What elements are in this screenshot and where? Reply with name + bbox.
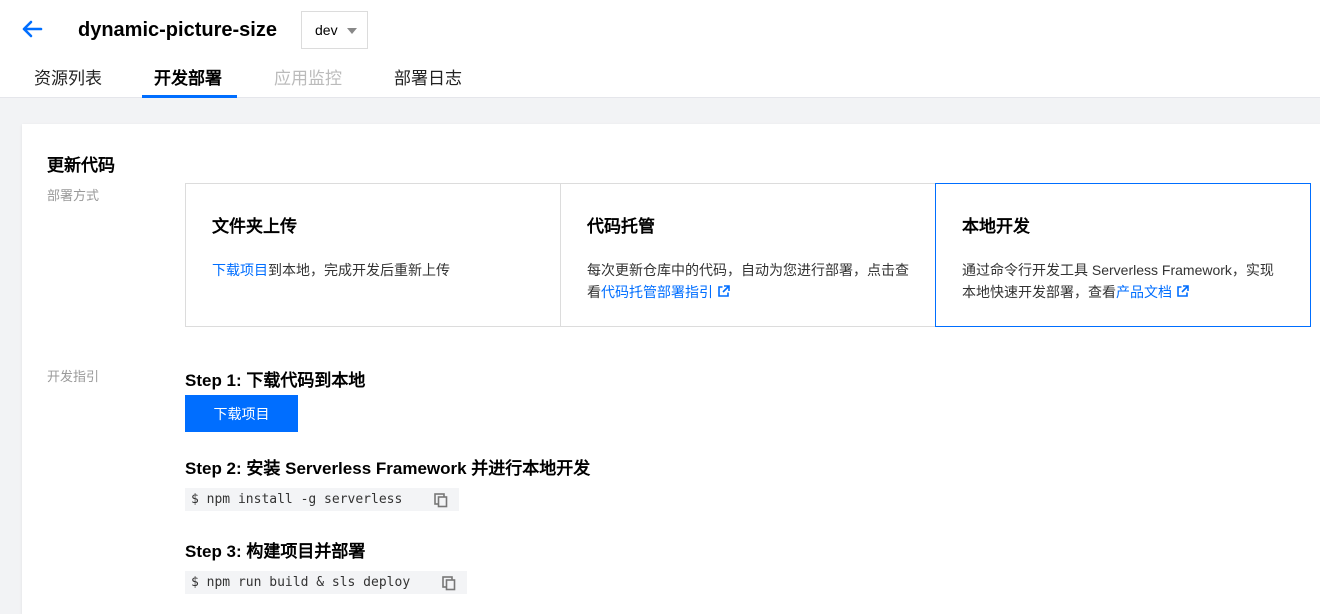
code-hosting-guide-link[interactable]: 代码托管部署指引 xyxy=(601,284,713,300)
dev-guide-label: 开发指引 xyxy=(47,369,100,384)
option-desc: 每次更新仓库中的代码，自动为您进行部署，点击查看代码托管部署指引 xyxy=(587,259,909,303)
option-title: 本地开发 xyxy=(962,217,1030,236)
deploy-method-label: 部署方式 xyxy=(47,188,100,203)
caret-down-icon xyxy=(347,28,357,34)
command-text: $ npm install -g serverless xyxy=(191,492,403,507)
external-link-icon[interactable] xyxy=(717,285,730,298)
section-title: 更新代码 xyxy=(47,156,115,175)
arrow-left-icon[interactable] xyxy=(20,17,44,41)
option-desc: 通过命令行开发工具 Serverless Framework，实现本地快速开发部… xyxy=(962,259,1284,303)
download-project-link[interactable]: 下载项目 xyxy=(212,262,268,278)
active-tab-indicator xyxy=(142,95,237,98)
tab-deploy-log[interactable]: 部署日志 xyxy=(394,62,462,98)
product-docs-link[interactable]: 产品文档 xyxy=(1116,284,1172,300)
option-local-dev[interactable]: 本地开发 通过命令行开发工具 Serverless Framework，实现本地… xyxy=(935,183,1311,327)
install-command: $ npm install -g serverless xyxy=(185,488,459,511)
command-text: $ npm run build & sls deploy xyxy=(191,575,411,590)
option-title: 文件夹上传 xyxy=(212,217,297,236)
update-code-card: 更新代码 部署方式 文件夹上传 下载项目到本地，完成开发后重新上传 代码托管 每… xyxy=(22,124,1320,614)
env-select-value: dev xyxy=(315,22,338,38)
option-desc-text: 到本地，完成开发后重新上传 xyxy=(268,262,450,278)
external-link-icon[interactable] xyxy=(1176,285,1189,298)
option-title: 代码托管 xyxy=(587,217,655,236)
option-desc: 下载项目到本地，完成开发后重新上传 xyxy=(212,259,534,281)
step-3-title: Step 3: 构建项目并部署 xyxy=(185,542,366,561)
env-select[interactable]: dev xyxy=(301,11,368,49)
download-project-button[interactable]: 下载项目 xyxy=(185,395,298,432)
app-title: dynamic-picture-size xyxy=(78,19,277,41)
step-2-title: Step 2: 安装 Serverless Framework 并进行本地开发 xyxy=(185,459,591,478)
copy-icon[interactable] xyxy=(433,492,449,508)
tab-resource-list[interactable]: 资源列表 xyxy=(34,62,102,98)
copy-icon[interactable] xyxy=(441,575,457,591)
tab-app-monitor: 应用监控 xyxy=(274,69,342,88)
option-code-hosting[interactable]: 代码托管 每次更新仓库中的代码，自动为您进行部署，点击查看代码托管部署指引 xyxy=(560,183,936,327)
step-1-title: Step 1: 下载代码到本地 xyxy=(185,371,366,390)
top-bar: dynamic-picture-size dev 资源列表 开发部署 应用监控 … xyxy=(0,0,1320,98)
build-deploy-command: $ npm run build & sls deploy xyxy=(185,571,467,594)
option-folder-upload[interactable]: 文件夹上传 下载项目到本地，完成开发后重新上传 xyxy=(185,183,561,327)
tab-dev-deploy[interactable]: 开发部署 xyxy=(154,62,222,98)
